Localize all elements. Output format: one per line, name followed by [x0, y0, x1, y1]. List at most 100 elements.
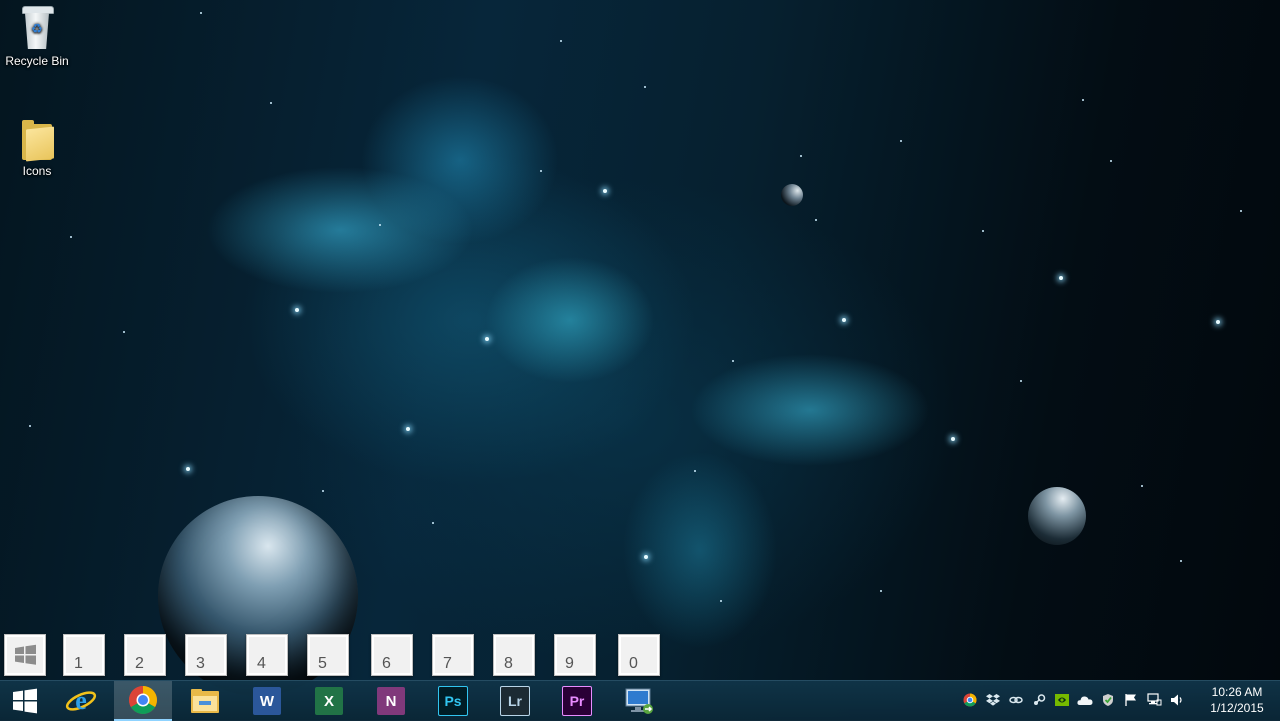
star — [1216, 320, 1220, 324]
svg-text:e: e — [75, 686, 87, 715]
virtual-desktop-label: 9 — [565, 655, 574, 672]
virtual-desktop-8-button[interactable]: 8 — [493, 634, 535, 676]
moon — [781, 184, 803, 206]
star — [540, 170, 542, 172]
dropbox-icon[interactable] — [981, 680, 1004, 720]
star — [1082, 99, 1084, 101]
star — [815, 219, 817, 221]
star — [432, 522, 434, 524]
star — [295, 308, 299, 312]
excel-icon: X — [315, 687, 343, 715]
flag-icon[interactable] — [1119, 680, 1142, 720]
virtual-desktop-label: 8 — [504, 655, 513, 672]
virtual-desktop-label: 0 — [629, 655, 638, 672]
virtual-desktop-label: 7 — [443, 655, 452, 672]
star — [29, 425, 31, 427]
virtual-desktop-1-button[interactable]: 1 — [63, 634, 105, 676]
desktop-icon-label: Icons — [22, 164, 52, 178]
taskbar-lightroom[interactable]: Lr — [486, 681, 544, 721]
premiere-icon: Pr — [562, 686, 592, 716]
virtual-desktop-label: 4 — [257, 655, 266, 672]
taskbar-premiere[interactable]: Pr — [548, 681, 606, 721]
chrome-tray-icon[interactable] — [958, 680, 981, 720]
star — [270, 102, 272, 104]
clock-date: 1/12/2015 — [1210, 701, 1264, 715]
virtual-desktop-label: 1 — [74, 655, 83, 672]
star — [123, 331, 125, 333]
star — [1020, 380, 1022, 382]
star — [560, 40, 562, 42]
star — [720, 600, 722, 602]
lightroom-icon: Lr — [500, 686, 530, 716]
star — [70, 236, 72, 238]
star — [644, 555, 648, 559]
pager-windows-button[interactable] — [4, 634, 46, 676]
folder-icon — [191, 689, 219, 713]
taskbar-file-explorer[interactable] — [176, 681, 234, 721]
notification-tray — [958, 680, 1188, 720]
virtual-desktop-7-button[interactable]: 7 — [432, 634, 474, 676]
folder-icon — [20, 120, 54, 162]
virtual-desktop-0-button[interactable]: 0 — [618, 634, 660, 676]
taskbar-excel[interactable]: X — [300, 681, 358, 721]
virtual-desktop-4-button[interactable]: 4 — [246, 634, 288, 676]
star — [951, 437, 955, 441]
taskbar-word[interactable]: W — [238, 681, 296, 721]
star — [880, 590, 882, 592]
taskbar-photoshop[interactable]: Ps — [424, 681, 482, 721]
virtual-desktop-3-button[interactable]: 3 — [185, 634, 227, 676]
windows-start-icon — [13, 688, 37, 714]
shield-icon[interactable] — [1096, 680, 1119, 720]
link-icon[interactable] — [1004, 680, 1027, 720]
recycle-bin-icon: ♻ — [20, 6, 54, 50]
windows-logo-icon — [15, 644, 36, 665]
small-planet — [1028, 487, 1086, 545]
onedrive-icon[interactable] — [1073, 680, 1096, 720]
system-clock[interactable]: 10:26 AM 1/12/2015 — [1200, 684, 1274, 716]
start-button[interactable] — [0, 681, 50, 721]
nvidia-icon[interactable] — [1050, 680, 1073, 720]
virtual-desktop-9-button[interactable]: 9 — [554, 634, 596, 676]
star — [1180, 560, 1182, 562]
taskbar-onenote[interactable]: N — [362, 681, 420, 721]
star — [1141, 485, 1143, 487]
clock-time: 10:26 AM — [1211, 685, 1263, 699]
chrome-icon — [129, 686, 157, 714]
virtual-desktop-6-button[interactable]: 6 — [371, 634, 413, 676]
word-icon: W — [253, 687, 281, 715]
onenote-icon: N — [377, 687, 405, 715]
ie-icon: e — [65, 686, 97, 715]
star — [1240, 210, 1242, 212]
star — [1110, 160, 1112, 162]
taskbar-chrome[interactable] — [114, 681, 172, 721]
star — [900, 140, 902, 142]
star — [379, 224, 381, 226]
star — [322, 490, 324, 492]
taskbar-remote-desktop[interactable] — [610, 681, 668, 721]
star — [982, 230, 984, 232]
virtual-desktop-label: 6 — [382, 655, 391, 672]
network-icon[interactable] — [1142, 680, 1165, 720]
star — [732, 360, 734, 362]
photoshop-icon: Ps — [438, 686, 468, 716]
star — [1059, 276, 1063, 280]
virtual-desktop-5-button[interactable]: 5 — [307, 634, 349, 676]
desktop-icon-recycle-bin[interactable]: ♻ Recycle Bin — [0, 6, 74, 68]
desktop-icon-icons-folder[interactable]: Icons — [0, 120, 74, 178]
star — [603, 189, 607, 193]
steam-icon[interactable] — [1027, 680, 1050, 720]
star — [200, 12, 202, 14]
virtual-desktop-label: 2 — [135, 655, 144, 672]
star — [842, 318, 846, 322]
virtual-desktop-pager: 1 2 3 4 5 6 7 8 9 0 — [0, 632, 670, 678]
star — [485, 337, 489, 341]
volume-icon[interactable] — [1165, 680, 1188, 720]
desktop-wallpaper — [0, 0, 1280, 720]
taskbar-internet-explorer[interactable]: e — [52, 681, 110, 721]
star — [800, 155, 802, 157]
star — [694, 470, 696, 472]
star — [406, 427, 410, 431]
star — [644, 86, 646, 88]
virtual-desktop-2-button[interactable]: 2 — [124, 634, 166, 676]
virtual-desktop-label: 5 — [318, 655, 327, 672]
